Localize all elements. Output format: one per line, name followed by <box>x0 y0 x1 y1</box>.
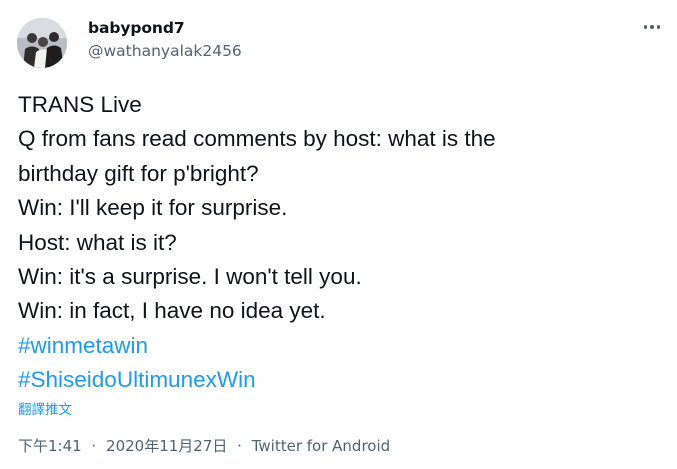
separator: · <box>91 437 97 455</box>
more-horizontal-icon[interactable] <box>640 17 664 37</box>
author-handle[interactable]: @wathanyalak2456 <box>88 42 242 60</box>
tweet-line: Host: what is it? <box>18 229 177 255</box>
tweet-line: birthday gift for p'bright? <box>18 160 259 186</box>
tweet-date[interactable]: 2020年11月27日 <box>106 437 227 455</box>
tweet-line: Q from fans read comments by host: what … <box>18 126 496 152</box>
dot <box>656 25 661 29</box>
tweet-line: Win: in fact, I have no idea yet. <box>18 298 326 324</box>
profile-photo <box>17 18 67 68</box>
dot <box>643 25 648 29</box>
tweet-metadata: 下午1:41 · 2020年11月27日 · Twitter for Andro… <box>18 435 390 456</box>
avatar[interactable] <box>17 18 67 68</box>
tweet-line: Win: I'll keep it for surprise. <box>18 195 288 221</box>
author-display-name[interactable]: babypond7 <box>88 19 185 37</box>
translate-tweet-link[interactable]: 翻譯推文 <box>18 398 72 418</box>
tweet-card: babypond7 @wathanyalak2456 TRANS Live Q … <box>0 0 677 469</box>
dot <box>650 25 654 29</box>
tweet-text: TRANS Live Q from fans read comments by … <box>18 88 668 398</box>
tweet-line: TRANS Live <box>18 92 142 117</box>
hashtag-link[interactable]: #winmetawin <box>18 329 668 363</box>
tweet-line: Win: it's a surprise. I won't tell you. <box>18 264 362 290</box>
hashtag-link[interactable]: #ShiseidoUltimunexWin <box>18 363 668 397</box>
tweet-time[interactable]: 下午1:41 <box>18 437 82 455</box>
separator: · <box>237 437 242 455</box>
tweet-source[interactable]: Twitter for Android <box>252 437 390 455</box>
